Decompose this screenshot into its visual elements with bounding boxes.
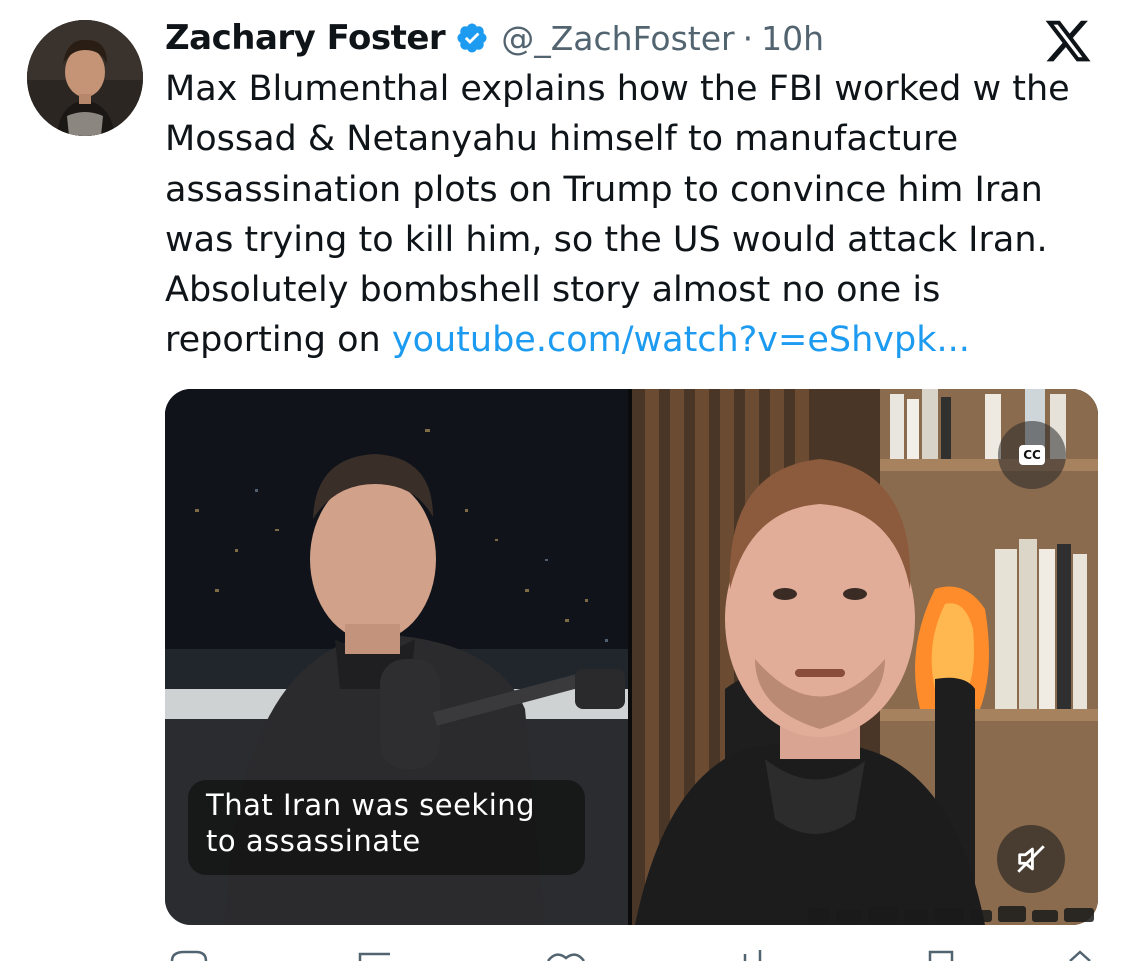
speaker-muted-icon [1017, 845, 1045, 873]
post-time[interactable]: 10h [761, 19, 824, 58]
share-icon [1069, 950, 1091, 961]
author-avatar[interactable] [27, 20, 143, 136]
author-name[interactable]: Zachary Foster [165, 18, 446, 58]
author-handle[interactable]: @_ZachFoster [501, 19, 734, 58]
video-player[interactable]: That Iran was seeking to assassinate CC [165, 389, 1098, 925]
views-icon [743, 950, 762, 961]
mute-button[interactable] [997, 825, 1065, 893]
watermark [808, 906, 1094, 922]
closed-captions-icon: CC [1019, 445, 1045, 465]
action-bar [170, 950, 1091, 961]
post-header: Zachary Foster @_ZachFoster · 10h [165, 14, 824, 62]
reply-icon [170, 950, 208, 961]
closed-captions-button[interactable]: CC [998, 421, 1066, 489]
post-text: Max Blumenthal explains how the FBI work… [165, 64, 1110, 366]
verified-badge-icon [457, 23, 487, 53]
post-body: Max Blumenthal explains how the FBI work… [165, 69, 1070, 361]
like-icon [546, 953, 586, 961]
x-logo-icon[interactable] [1043, 16, 1093, 66]
bookmark-icon [928, 950, 954, 961]
video-caption: That Iran was seeking to assassinate [188, 780, 585, 875]
separator-dot: · [742, 18, 754, 58]
retweet-icon [358, 952, 390, 961]
post-link[interactable]: youtube.com/watch?v=eShvpk... [392, 320, 970, 360]
